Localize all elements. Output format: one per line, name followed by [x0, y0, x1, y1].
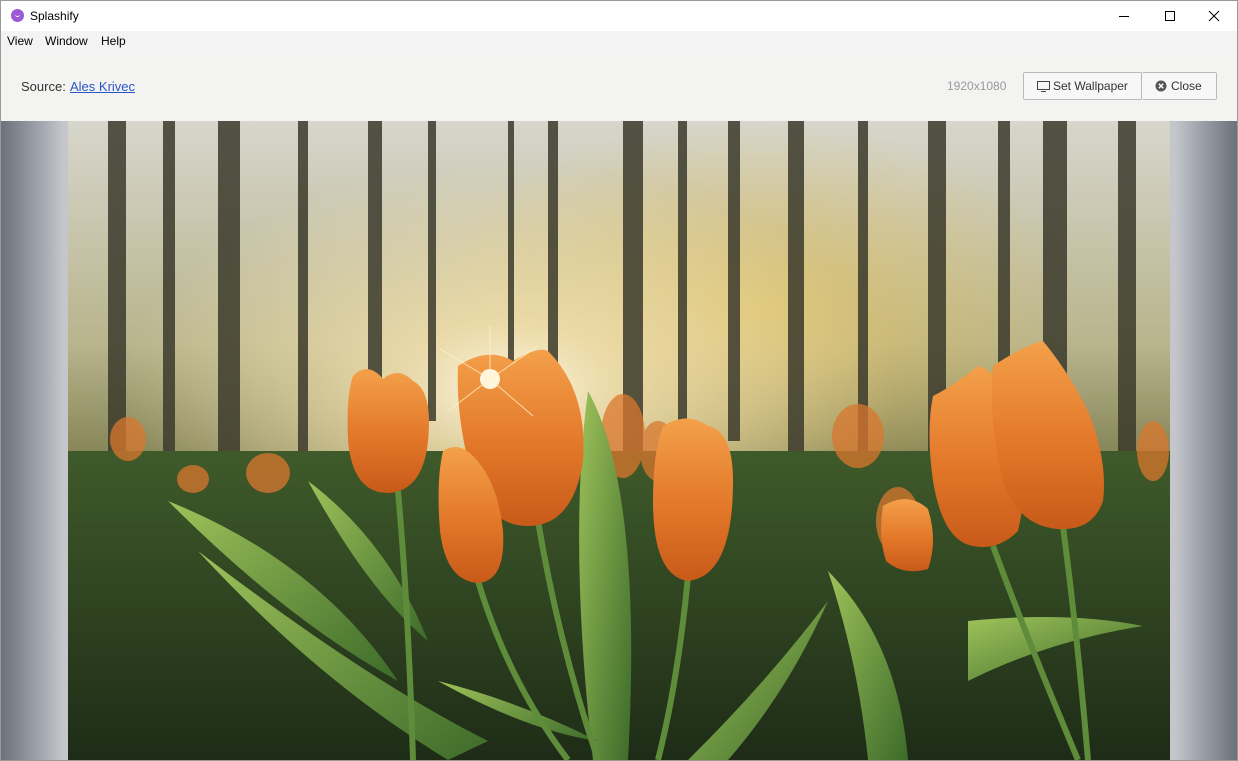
toolbar: Source: Ales Krivec 1920x1080 Set Wallpa…	[1, 51, 1237, 121]
menu-item-window[interactable]: Window	[45, 34, 88, 48]
set-wallpaper-button[interactable]: Set Wallpaper	[1023, 72, 1142, 100]
splashify-smiley-icon	[11, 9, 24, 22]
source-author-link[interactable]: Ales Krivec	[70, 79, 135, 94]
window-close-button[interactable]	[1191, 1, 1237, 31]
set-wallpaper-label: Set Wallpaper	[1053, 79, 1128, 93]
circle-x-icon	[1155, 80, 1167, 92]
maximize-button[interactable]	[1147, 1, 1193, 31]
window-title: Splashify	[30, 9, 79, 23]
image-viewer	[1, 121, 1237, 760]
resolution-text: 1920x1080	[947, 79, 1007, 93]
minimize-icon	[1119, 16, 1129, 17]
source-label: Source:	[21, 79, 66, 94]
close-icon	[1208, 10, 1220, 22]
close-button[interactable]: Close	[1142, 72, 1217, 100]
minimize-button[interactable]	[1101, 1, 1147, 31]
app-window: Splashify View Window Help Source: Ales …	[0, 0, 1238, 761]
close-label: Close	[1171, 79, 1202, 93]
maximize-icon	[1165, 11, 1175, 21]
title-bar[interactable]: Splashify	[1, 1, 1237, 31]
menu-item-help[interactable]: Help	[101, 34, 126, 48]
menu-bar: View Window Help	[1, 31, 1237, 51]
monitor-icon	[1037, 81, 1050, 92]
wallpaper-preview-image	[68, 121, 1170, 760]
menu-item-view[interactable]: View	[7, 34, 33, 48]
